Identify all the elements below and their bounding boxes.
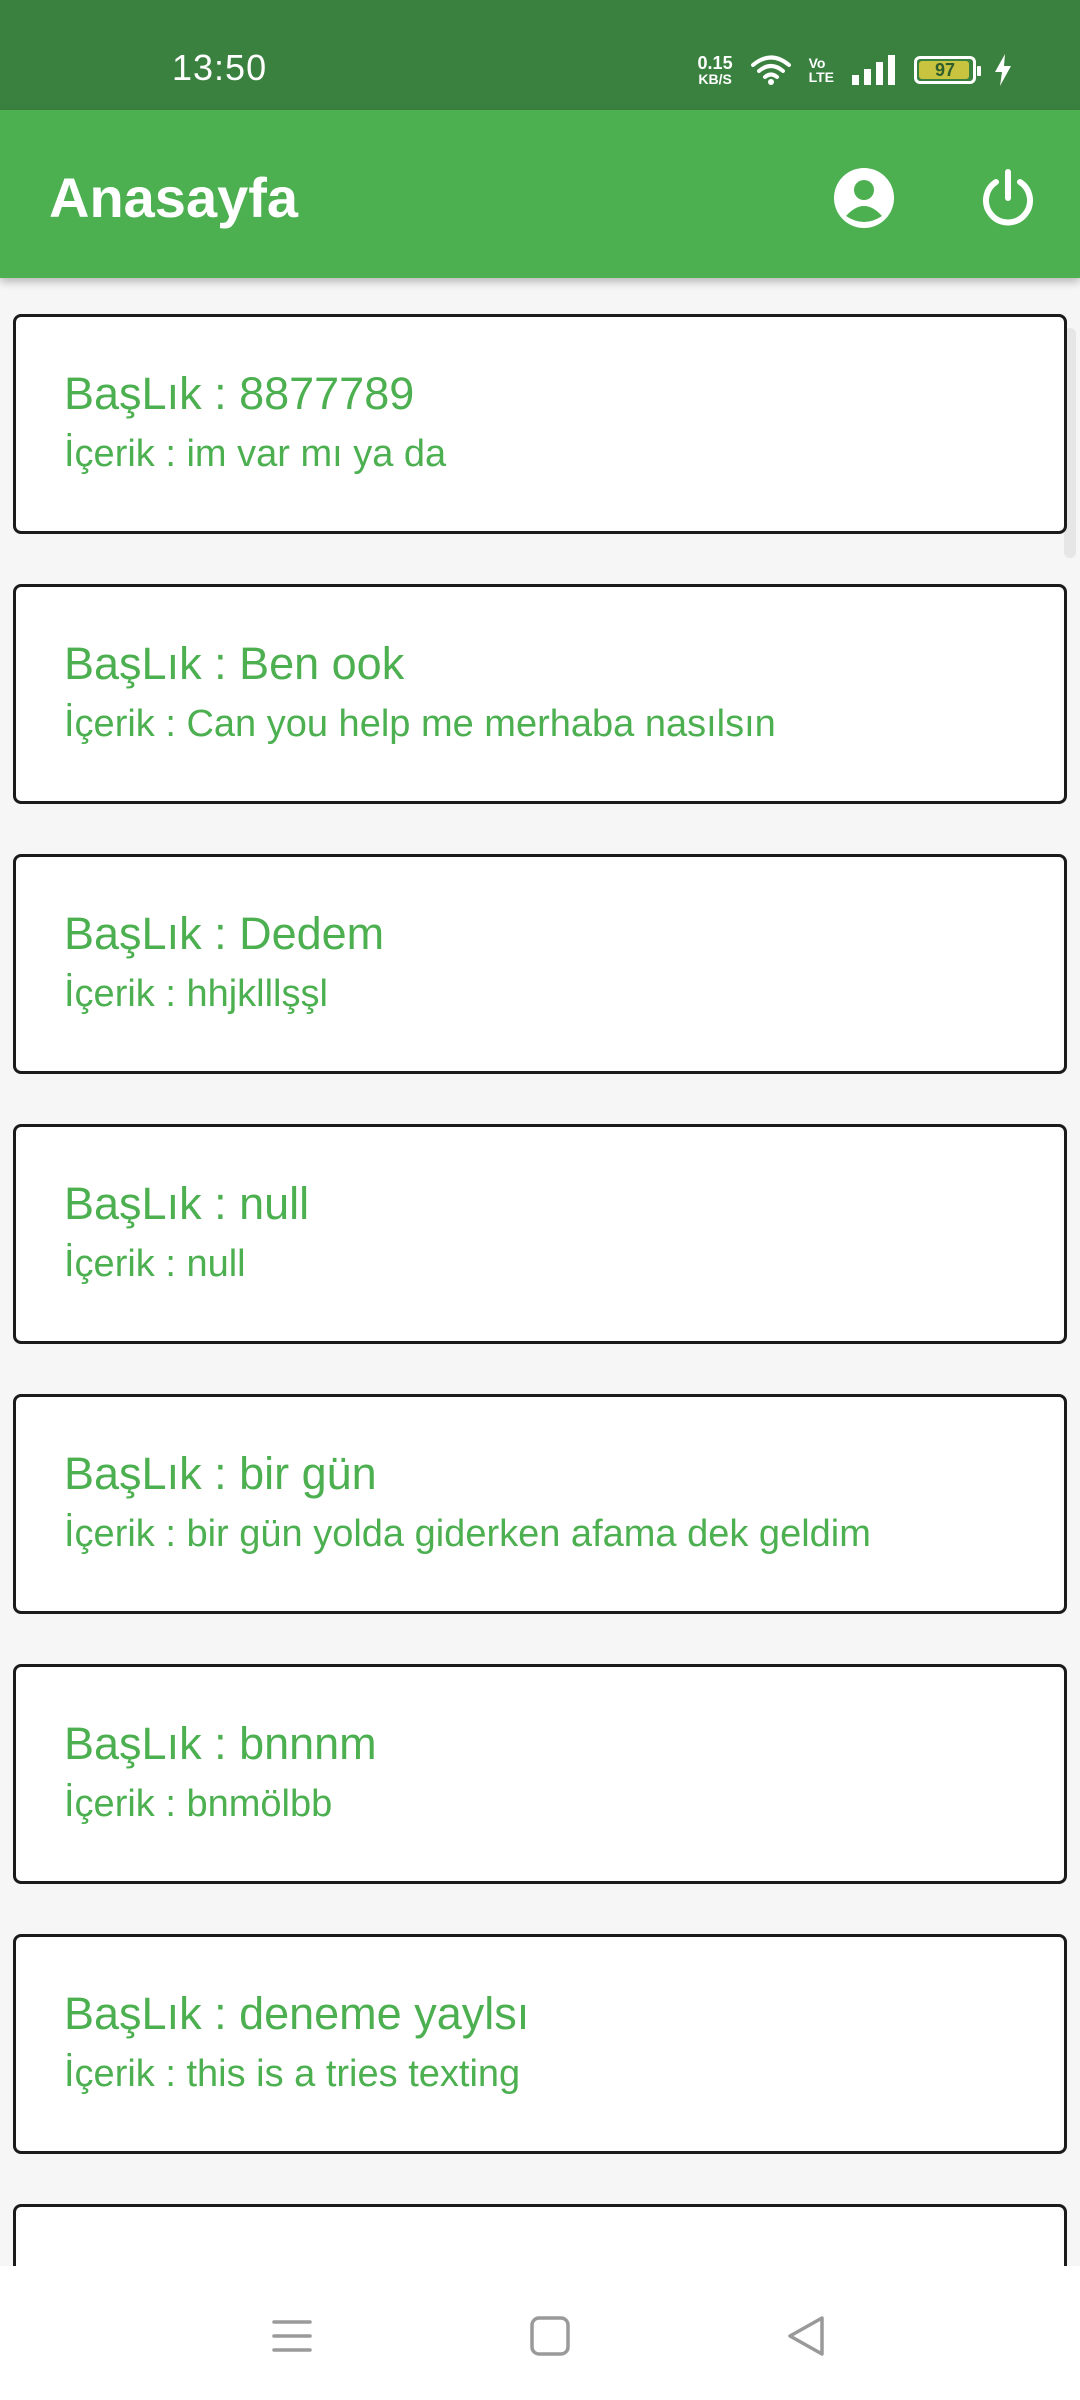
note-heading: BaşLık : null (64, 1178, 310, 1229)
note-heading: BaşLık : Ben ook (64, 638, 405, 689)
note-card[interactable]: BaşLık : null İçerik : null (13, 1124, 1067, 1344)
note-heading: BaşLık : deneme yaylsı (64, 1988, 530, 2039)
home-square-icon (530, 2316, 570, 2356)
logout-button[interactable] (964, 154, 1052, 242)
charging-icon (995, 54, 1011, 86)
battery-icon: 97 (914, 56, 981, 84)
note-heading: BaşLık : bir gün (64, 1448, 377, 1499)
status-icons: 0.15 KB/S Vo LTE 97 (698, 50, 1012, 90)
page-title: Anasayfa (49, 166, 299, 229)
note-card[interactable]: BaşLık : bnnnm İçerik : bnmölbb (13, 1664, 1067, 1884)
volte-top: Vo (808, 55, 826, 71)
app-bar: Anasayfa (0, 110, 1080, 278)
note-card[interactable]: BaşLık : Dedem İçerik : hhjklllşşl (13, 854, 1067, 1074)
note-content: İçerik : bnmölbb (64, 1783, 333, 1825)
note-heading: BaşLık : 8877789 (64, 368, 415, 419)
battery-level: 97 (934, 59, 956, 80)
recent-apps-button[interactable] (252, 2296, 332, 2376)
note-card[interactable] (13, 2204, 1067, 2266)
account-circle-icon (834, 168, 894, 228)
menu-icon (272, 2320, 312, 2352)
power-icon (983, 169, 1033, 226)
note-list[interactable]: BaşLık : 8877789 İçerik : im var mı ya d… (0, 278, 1080, 2266)
note-card[interactable]: BaşLık : Ben ook İçerik : Can you help m… (13, 584, 1067, 804)
note-heading: BaşLık : bnnnm (64, 1718, 377, 1769)
note-content: İçerik : this is a tries texting (64, 2053, 521, 2095)
network-speed-unit: KB/S (698, 70, 732, 87)
status-time: 13:50 (172, 47, 268, 88)
note-content: İçerik : hhjklllşşl (64, 973, 328, 1015)
back-button[interactable] (766, 2296, 846, 2376)
network-speed: 0.15 KB/S (697, 52, 733, 87)
profile-button[interactable] (820, 154, 908, 242)
note-card[interactable]: BaşLık : deneme yaylsı İçerik : this is … (13, 1934, 1067, 2154)
note-heading: BaşLık : Dedem (64, 908, 385, 959)
network-speed-value: 0.15 (697, 52, 733, 73)
home-button[interactable] (510, 2296, 590, 2376)
note-content: İçerik : im var mı ya da (64, 433, 447, 475)
note-content: İçerik : bir gün yolda giderken afama de… (64, 1513, 871, 1555)
note-content: İçerik : null (64, 1243, 246, 1285)
volte-bottom: LTE (808, 69, 834, 85)
note-card[interactable]: BaşLık : bir gün İçerik : bir gün yolda … (13, 1394, 1067, 1614)
volte-indicator: Vo LTE (809, 56, 834, 84)
note-card[interactable]: BaşLık : 8877789 İçerik : im var mı ya d… (13, 314, 1067, 534)
system-nav-bar (0, 2266, 1080, 2400)
note-content: İçerik : Can you help me merhaba nasılsı… (64, 703, 776, 745)
status-bar: 13:50 0.15 KB/S Vo LTE 97 (0, 0, 1080, 110)
signal-icon (852, 55, 895, 85)
wifi-icon (750, 55, 791, 85)
back-triangle-icon (788, 2316, 824, 2356)
